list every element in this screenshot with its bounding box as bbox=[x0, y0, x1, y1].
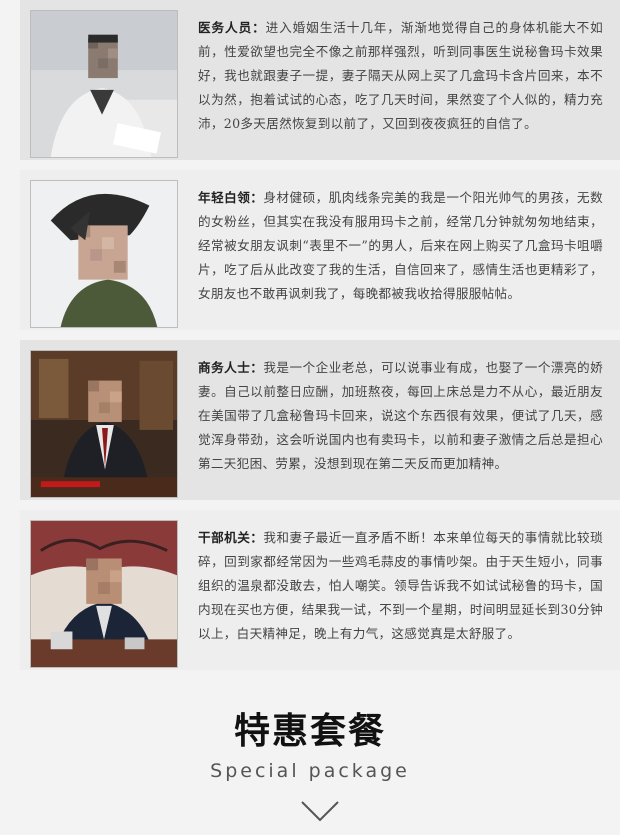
page: 医务人员：进入婚姻生活十几年，渐渐地觉得自己的身体机能大不如前，性爱欲望也完全不… bbox=[0, 0, 620, 835]
testimonial-photo bbox=[30, 180, 178, 328]
testimonial-card: 干部机关：我和妻子最近一直矛盾不断！本来单位每天的事情就比较琐碎，回到家都经常因… bbox=[20, 510, 620, 670]
official-photo bbox=[31, 521, 177, 667]
testimonial-text: 医务人员：进入婚姻生活十几年，渐渐地觉得自己的身体机能大不如前，性爱欲望也完全不… bbox=[198, 16, 603, 136]
testimonial-label: 商务人士： bbox=[198, 360, 264, 375]
section-subtitle: Special package bbox=[210, 760, 410, 782]
testimonial-label: 干部机关： bbox=[198, 530, 264, 545]
testimonial-body: 进入婚姻生活十几年，渐渐地觉得自己的身体机能大不如前，性爱欲望也完全不像之前那样… bbox=[198, 20, 604, 131]
businessman-photo bbox=[31, 351, 177, 497]
testimonial-card: 商务人士：我是一个企业老总，可以说事业有成，也娶了一个漂亮的娇妻。自己以前整日应… bbox=[20, 340, 620, 500]
testimonial-body: 身材健硕，肌肉线条完美的我是一个阳光帅气的男孩，无数的女粉丝，但其实在我没有服用… bbox=[198, 190, 603, 301]
testimonial-label: 医务人员： bbox=[198, 20, 266, 35]
testimonial-card: 医务人员：进入婚姻生活十几年，渐渐地觉得自己的身体机能大不如前，性爱欲望也完全不… bbox=[20, 0, 620, 160]
doctor-photo bbox=[31, 11, 177, 157]
testimonial-text: 年轻白领：身材健硕，肌肉线条完美的我是一个阳光帅气的男孩，无数的女粉丝，但其实在… bbox=[198, 186, 603, 306]
testimonial-photo bbox=[30, 350, 178, 498]
testimonial-body: 我是一个企业老总，可以说事业有成，也娶了一个漂亮的娇妻。自己以前整日应酬，加班熬… bbox=[198, 360, 603, 471]
testimonial-text: 商务人士：我是一个企业老总，可以说事业有成，也娶了一个漂亮的娇妻。自己以前整日应… bbox=[198, 356, 603, 476]
testimonial-photo bbox=[30, 520, 178, 668]
chevron-down-icon[interactable] bbox=[300, 800, 340, 822]
testimonial-text: 干部机关：我和妻子最近一直矛盾不断！本来单位每天的事情就比较琐碎，回到家都经常因… bbox=[198, 526, 603, 646]
section-title: 特惠套餐 bbox=[233, 711, 386, 752]
testimonial-body: 我和妻子最近一直矛盾不断！本来单位每天的事情就比较琐碎，回到家都经常因为一些鸡毛… bbox=[198, 530, 603, 641]
testimonial-label: 年轻白领： bbox=[198, 190, 264, 205]
testimonial-photo bbox=[30, 10, 178, 158]
testimonial-card: 年轻白领：身材健硕，肌肉线条完美的我是一个阳光帅气的男孩，无数的女粉丝，但其实在… bbox=[20, 170, 620, 330]
young-man-photo bbox=[31, 181, 177, 327]
